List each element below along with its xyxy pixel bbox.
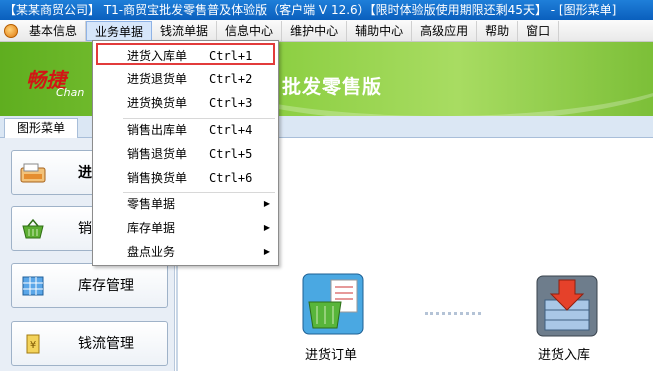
submenu-arrow-icon: ▶ xyxy=(263,199,270,208)
nav-inventory-button[interactable]: 库存管理 xyxy=(11,263,168,308)
nav-cash-button[interactable]: ¥ 钱流管理 xyxy=(11,321,168,366)
tab-graphic-menu[interactable]: 图形菜单 xyxy=(4,118,79,138)
submenu-arrow-icon: ▶ xyxy=(263,247,270,256)
menu-item-shortcut: Ctrl+4 xyxy=(209,123,253,137)
menu-bar: 基本信息 业务单据 钱流单据 信息中心 维护中心 辅助中心 高级应用 帮助 窗口 xyxy=(0,20,653,42)
menu-auxiliary-center[interactable]: 辅助中心 xyxy=(347,20,413,41)
menu-item-shortcut: Ctrl+6 xyxy=(209,171,253,185)
menu-inventory-documents[interactable]: 库存单据 ▶ xyxy=(93,217,278,239)
menu-purchase-return[interactable]: 进货退货单 Ctrl+2 xyxy=(93,68,278,90)
menu-info-center[interactable]: 信息中心 xyxy=(217,20,283,41)
nav-purchase-label: 进 xyxy=(78,165,92,181)
business-documents-dropdown: 进货入库单 Ctrl+1 进货退货单 Ctrl+2 进货换货单 Ctrl+3 销… xyxy=(92,40,279,266)
cash-icon: ¥ xyxy=(26,334,40,354)
menu-advanced[interactable]: 高级应用 xyxy=(412,20,478,41)
menu-item-label: 零售单据 xyxy=(127,197,176,211)
menu-retail-documents[interactable]: 零售单据 ▶ xyxy=(93,193,278,215)
brand-logo-subtext: Chan xyxy=(56,86,85,99)
submenu-arrow-icon: ▶ xyxy=(263,223,270,232)
menu-item-shortcut: Ctrl+2 xyxy=(209,72,253,86)
menu-cash-documents[interactable]: 钱流单据 xyxy=(152,20,218,41)
purchase-stockin-label: 进货入库 xyxy=(538,348,591,363)
menu-item-label: 盘点业务 xyxy=(127,245,176,259)
menu-item-label: 销售换货单 xyxy=(127,171,188,185)
banner-slogan: 批发零售版 xyxy=(282,76,383,98)
sales-basket-icon xyxy=(22,218,44,239)
menu-purchase-exchange[interactable]: 进货换货单 Ctrl+3 xyxy=(93,92,278,114)
nav-sales-label: 销 xyxy=(78,221,92,237)
menu-basic-info[interactable]: 基本信息 xyxy=(21,20,87,41)
menu-item-shortcut: Ctrl+5 xyxy=(209,147,253,161)
nav-inventory-label: 库存管理 xyxy=(78,278,134,294)
menu-item-label: 销售退货单 xyxy=(127,147,188,161)
svg-text:¥: ¥ xyxy=(30,340,36,351)
menu-item-label: 进货退货单 xyxy=(127,72,188,86)
nav-cash-label: 钱流管理 xyxy=(78,336,134,352)
purchase-stockin-icon[interactable] xyxy=(535,274,599,338)
menu-item-shortcut: Ctrl+1 xyxy=(209,49,253,63)
menu-sales-exchange[interactable]: 销售换货单 Ctrl+6 xyxy=(93,167,278,189)
menu-item-shortcut: Ctrl+3 xyxy=(209,96,253,110)
menu-item-label: 进货换货单 xyxy=(127,96,188,110)
menu-help[interactable]: 帮助 xyxy=(477,20,519,41)
menu-maintenance-center[interactable]: 维护中心 xyxy=(282,20,348,41)
menu-business-documents[interactable]: 业务单据 xyxy=(86,20,153,41)
purchase-register-icon xyxy=(20,163,46,183)
purchase-order-icon[interactable] xyxy=(301,272,365,336)
flow-connector xyxy=(425,312,481,315)
inventory-grid-icon xyxy=(22,276,44,296)
menu-item-label: 进货入库单 xyxy=(127,49,188,63)
window-title: 【某某商贸公司】 T1-商贸宝批发零售普及体验版（客户端 V 12.6）【限时体… xyxy=(0,0,653,20)
menu-sales-outbound[interactable]: 销售出库单 Ctrl+4 xyxy=(93,119,278,141)
menu-sales-return[interactable]: 销售退货单 Ctrl+5 xyxy=(93,143,278,165)
menu-purchase-stockin[interactable]: 进货入库单 Ctrl+1 xyxy=(96,43,275,65)
app-icon[interactable] xyxy=(4,23,18,38)
menu-item-label: 库存单据 xyxy=(127,221,176,235)
purchase-order-label: 进货订单 xyxy=(305,348,358,363)
menu-item-label: 销售出库单 xyxy=(127,123,188,137)
menu-stocktake[interactable]: 盘点业务 ▶ xyxy=(93,241,278,263)
menu-window[interactable]: 窗口 xyxy=(518,20,560,41)
